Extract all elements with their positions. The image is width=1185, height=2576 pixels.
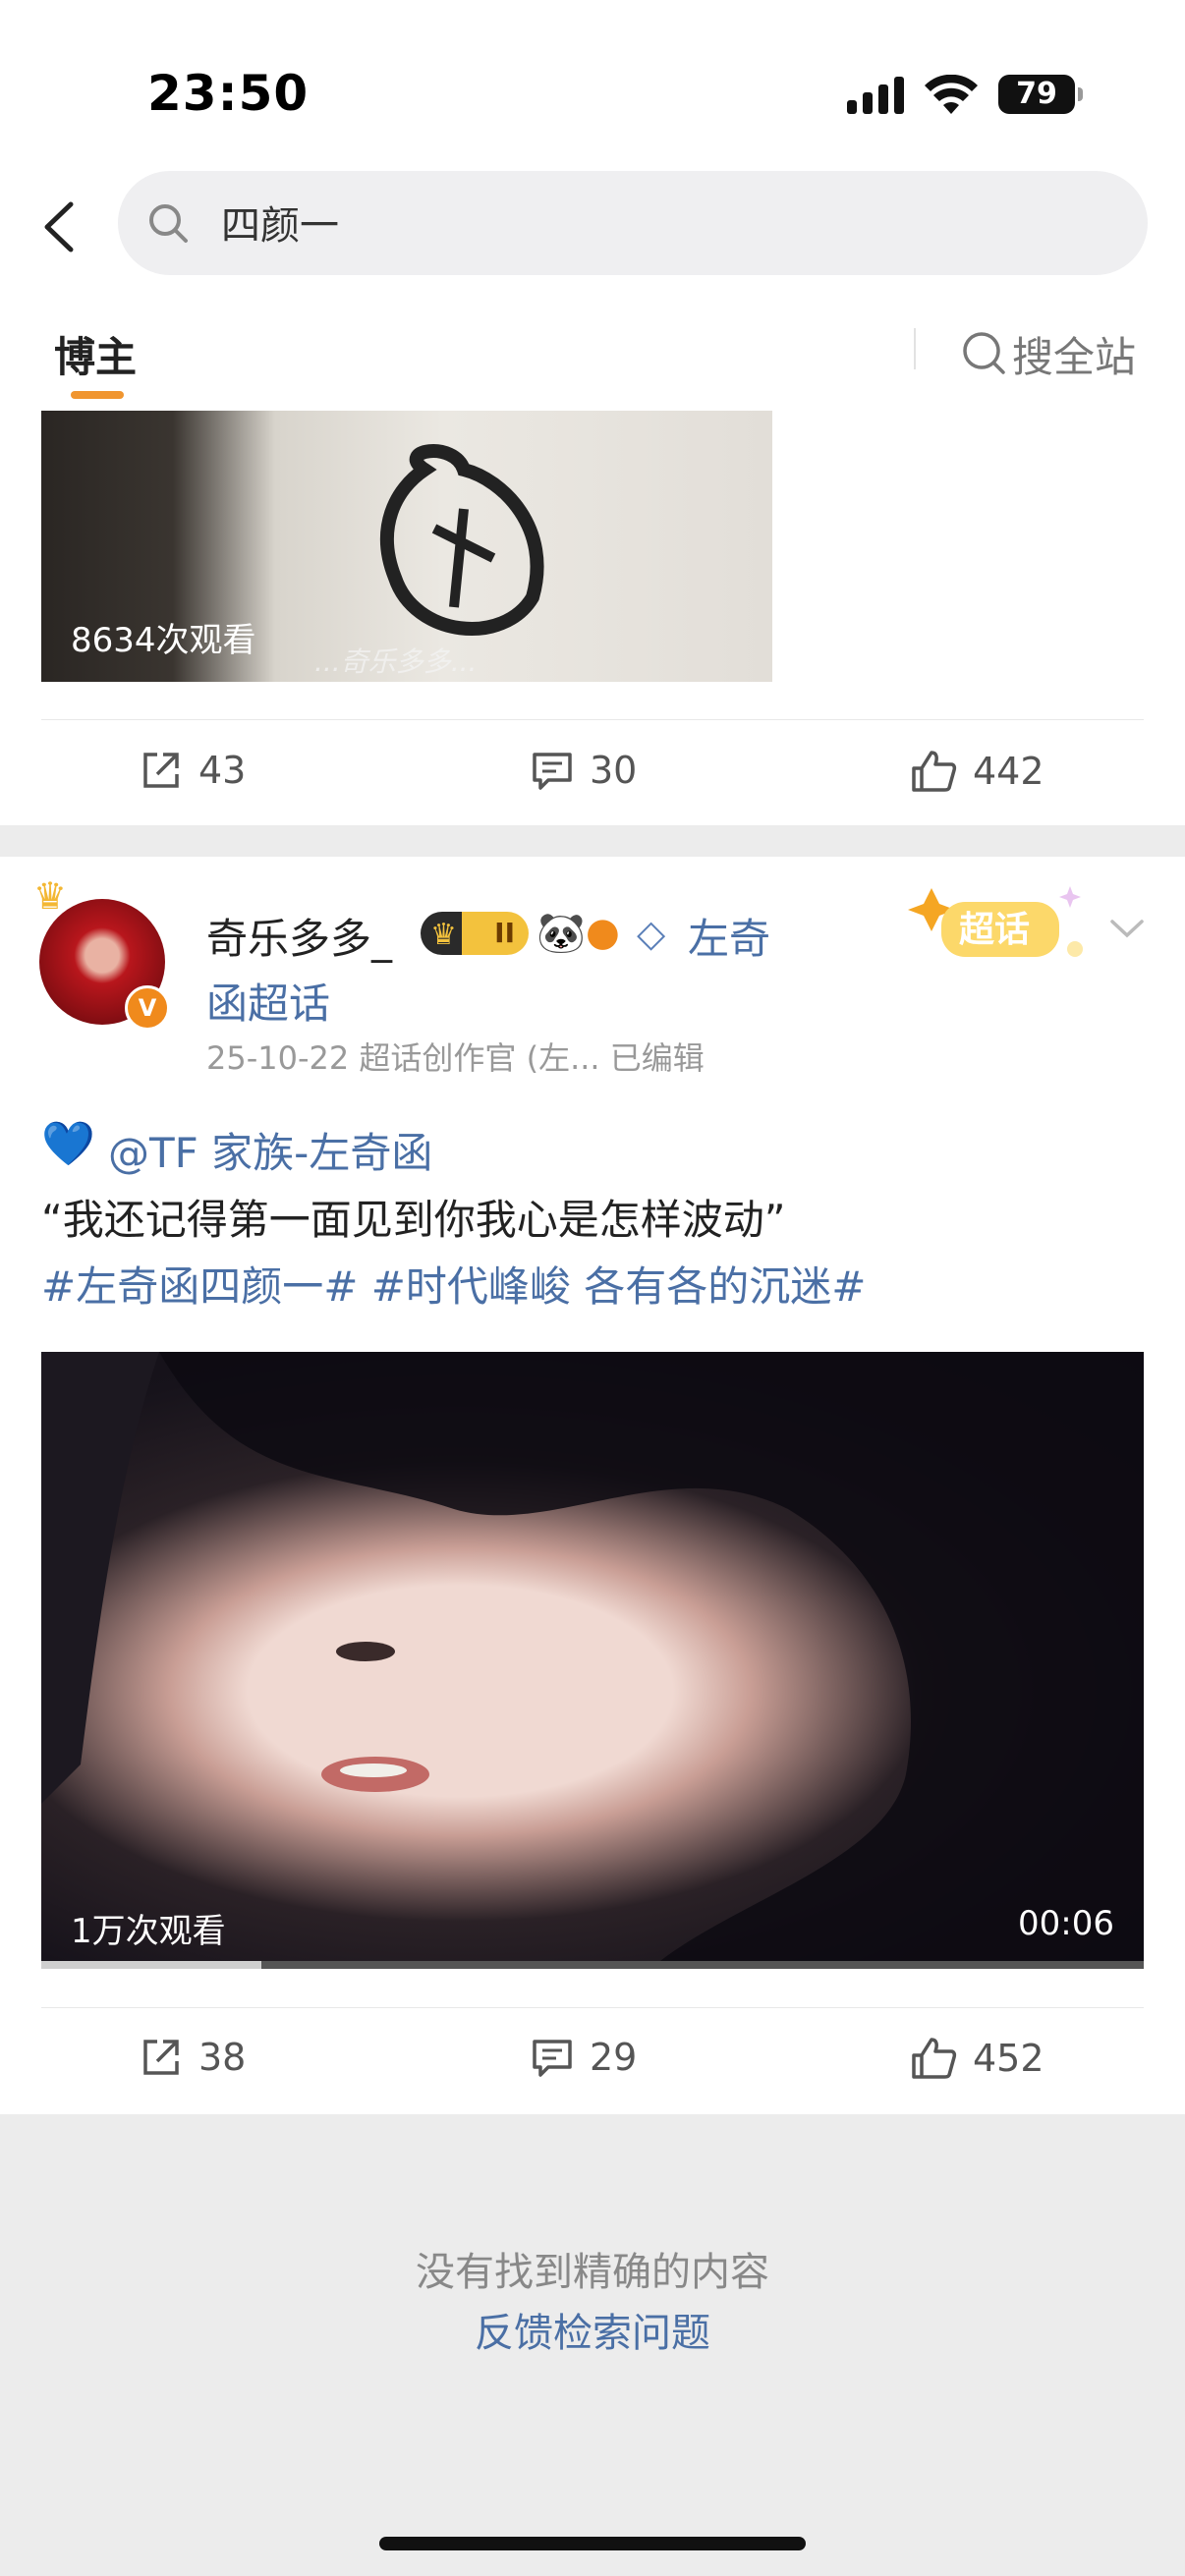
share-button[interactable]: 43 — [140, 749, 246, 792]
like-button[interactable]: 452 — [910, 2036, 1044, 2081]
comment-button[interactable]: 30 — [531, 749, 637, 792]
no-result-message: 没有找到精确的内容 — [416, 2250, 769, 2295]
home-indicator[interactable] — [379, 2537, 806, 2550]
site-search-button[interactable]: 搜全站 — [1012, 324, 1136, 384]
status-time: 23:50 — [147, 65, 310, 122]
search-icon — [149, 204, 188, 243]
chaohua-badge-icon[interactable]: 超话 — [902, 884, 1089, 967]
share-count: 38 — [198, 2036, 247, 2079]
member-level-badge: ♛ II — [421, 912, 529, 955]
comment-button[interactable]: 29 — [531, 2036, 637, 2079]
tab-blogger[interactable]: 博主 — [54, 324, 137, 384]
fox-icon: ● — [586, 910, 620, 955]
share-button[interactable]: 38 — [140, 2036, 246, 2079]
share-icon — [143, 753, 179, 788]
site-search-icon[interactable] — [961, 330, 1006, 375]
wifi-icon — [925, 75, 978, 114]
crown-icon: ♛ — [33, 874, 68, 918]
thumbs-up-icon — [912, 751, 957, 792]
watermark: ...奇乐多多... — [314, 645, 478, 678]
video-player[interactable] — [41, 1352, 1144, 1969]
signal-icon — [847, 77, 904, 114]
tab-bar — [0, 295, 1185, 412]
share-count: 43 — [198, 749, 247, 792]
battery-indicator: 79 — [998, 75, 1083, 114]
hashtag-links[interactable]: #左奇函四颜一# #时代峰峻 各有各的沉迷# — [41, 1254, 866, 1314]
comment-count: 29 — [590, 2036, 638, 2079]
video-progress-fill — [41, 1961, 262, 1969]
divider — [41, 2007, 1144, 2008]
username[interactable]: 奇乐多多_ — [206, 906, 392, 966]
tab-active-indicator — [71, 391, 124, 399]
video-duration: 00:06 — [1018, 1904, 1114, 1943]
like-button[interactable]: 442 — [910, 749, 1044, 794]
back-arrow-icon[interactable] — [29, 193, 98, 261]
comment-icon — [533, 753, 572, 790]
topic-link[interactable]: 左奇 — [688, 906, 770, 966]
chevron-down-icon[interactable] — [1106, 914, 1148, 943]
comment-icon — [533, 2040, 572, 2077]
feedback-link[interactable]: 反馈检索问题 — [0, 2301, 1185, 2358]
topic-link-continued[interactable]: 函超话 — [206, 971, 330, 1031]
view-count: 1万次观看 — [71, 1912, 226, 1951]
mention-link[interactable]: @TF 家族-左奇函 — [108, 1120, 432, 1180]
blue-heart-icon: 💙 — [41, 1119, 95, 1169]
like-count: 452 — [973, 2037, 1044, 2080]
like-count: 442 — [973, 750, 1044, 793]
video-frame-graphic — [41, 1352, 1144, 1969]
tab-divider — [914, 328, 916, 369]
post-quote: “我还记得第一面见到你我心是怎样波动” — [41, 1196, 786, 1244]
search-query[interactable]: 四颜一 — [221, 194, 339, 251]
view-count: 8634次观看 — [71, 621, 256, 660]
share-icon — [143, 2040, 179, 2075]
diamond-icon: ◇ — [637, 912, 666, 955]
panda-icon: 🐼 — [536, 911, 586, 956]
chaohua-label: 超话 — [959, 910, 1030, 950]
post-meta: 25-10-22 超话创作官 (左... 已编辑 — [206, 1039, 705, 1077]
divider — [41, 719, 1144, 720]
comment-count: 30 — [590, 749, 638, 792]
verified-badge-icon: V — [125, 985, 170, 1031]
thumbs-up-icon — [912, 2038, 957, 2079]
